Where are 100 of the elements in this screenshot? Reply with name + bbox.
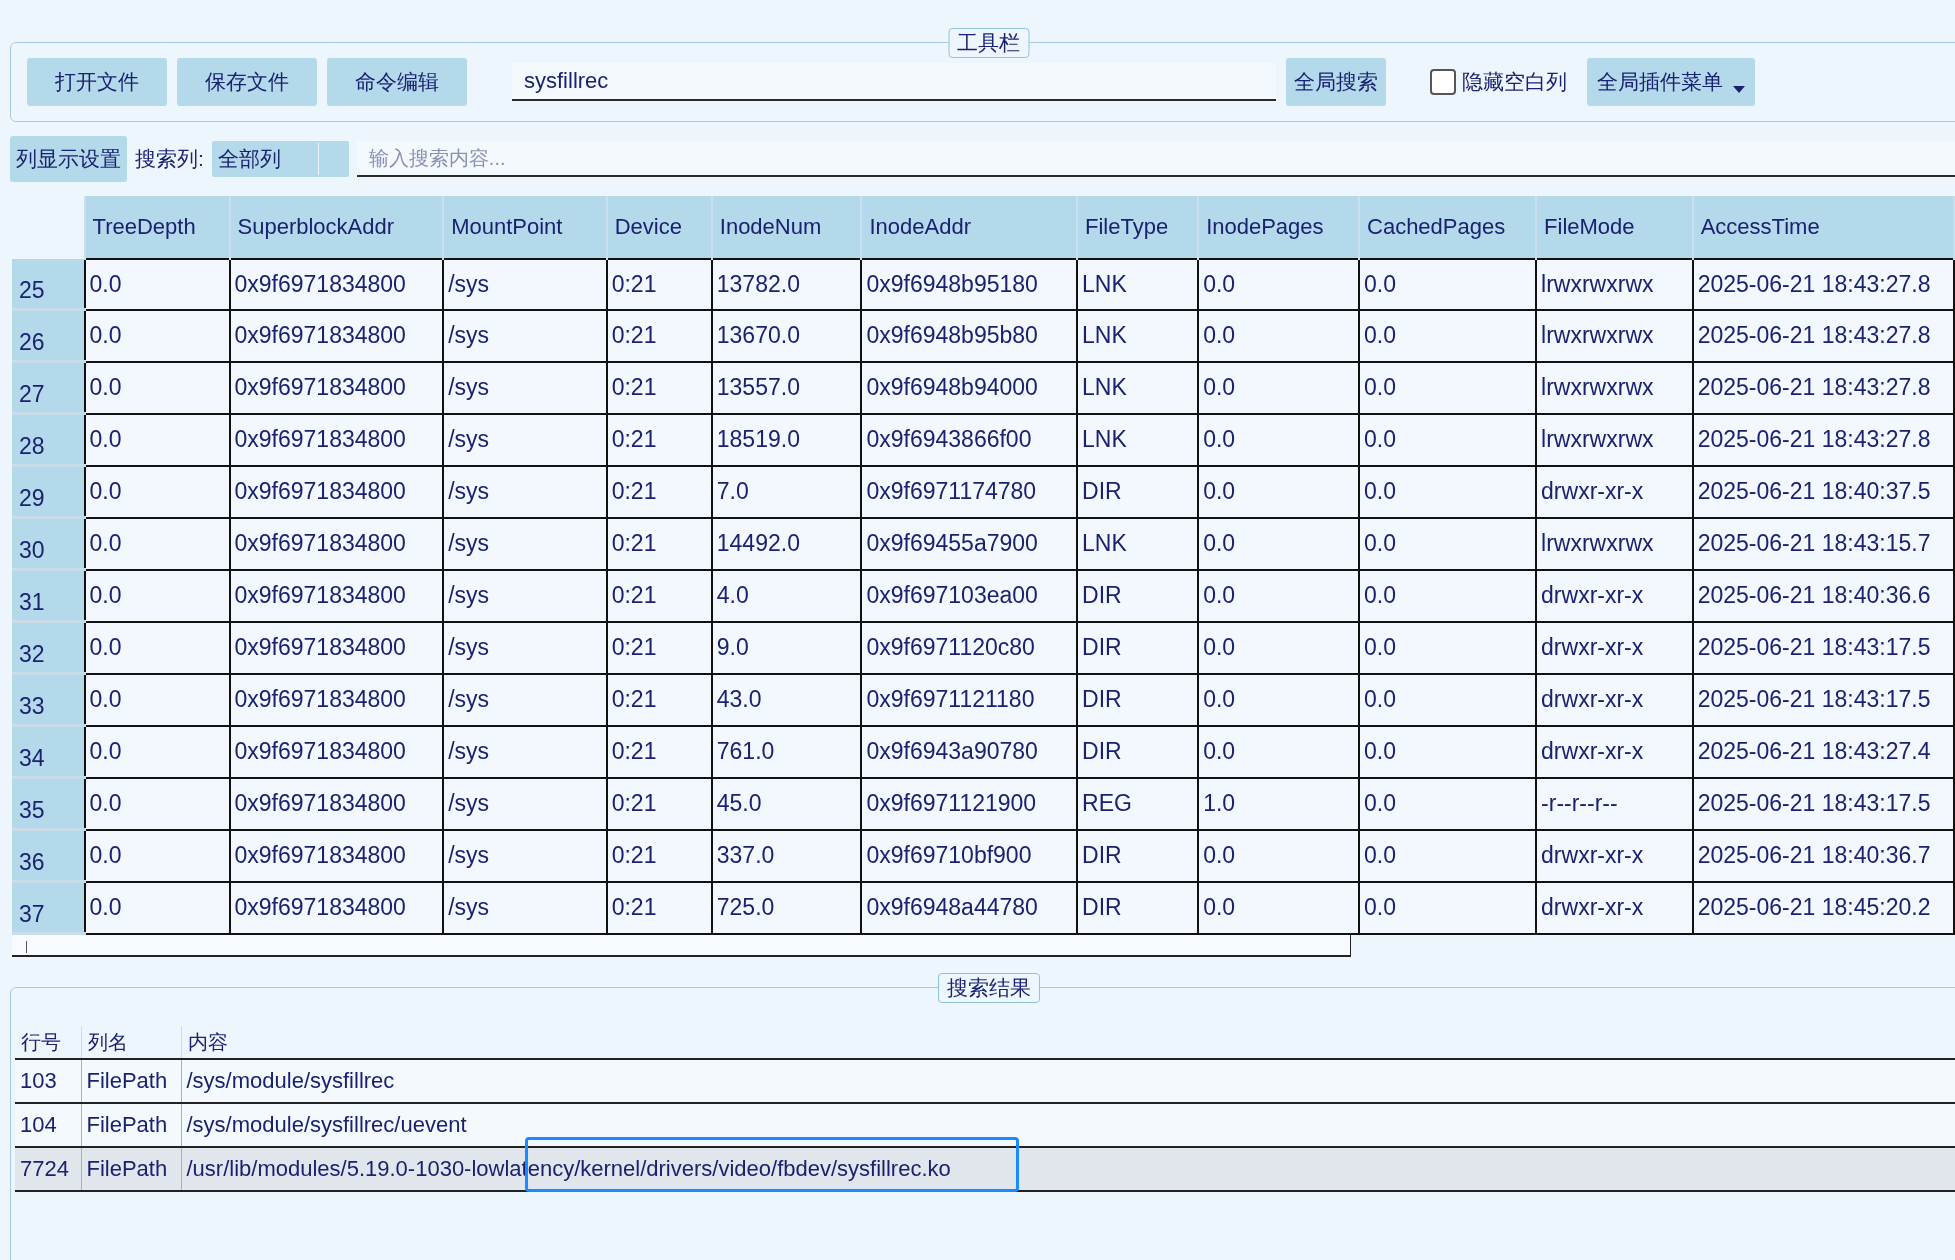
- table-cell: drwxr-xr-x: [1536, 465, 1693, 518]
- table-cell: 0.0: [1198, 673, 1359, 726]
- table-cell: 0.0: [84, 673, 230, 726]
- table-cell: /sys: [443, 569, 607, 622]
- table-cell: 0.0: [1359, 465, 1537, 518]
- table-cell: LNK: [1077, 309, 1199, 362]
- toolbar-button[interactable]: 打开文件: [27, 58, 167, 106]
- table-cell: 0.0: [84, 465, 230, 518]
- table-cell: 2025-06-21 18:43:27.8: [1692, 259, 1954, 310]
- table-cell: /sys/module/sysfillrec: [181, 1059, 1955, 1103]
- row-number: 37: [12, 881, 85, 934]
- column-header[interactable]: Device: [606, 196, 712, 259]
- table-cell: 0.0: [1359, 829, 1537, 882]
- table-cell: 0x9f6971834800: [229, 725, 444, 778]
- search-field[interactable]: sysfillrec: [512, 63, 1276, 101]
- table-cell: 0.0: [1359, 569, 1537, 622]
- table-cell: 104: [15, 1103, 81, 1147]
- table-cell: 0x9f6971834800: [229, 881, 444, 934]
- table-cell: 0x9f6971834800: [229, 309, 444, 362]
- table-cell: LNK: [1077, 259, 1199, 310]
- toolbar-button[interactable]: 保存文件: [177, 58, 317, 106]
- column-header[interactable]: InodeNum: [711, 196, 862, 259]
- column-header[interactable]: SuperblockAddr: [229, 196, 444, 259]
- table-cell: /sys: [443, 881, 607, 934]
- column-settings-button[interactable]: 列显示设置: [10, 136, 127, 182]
- table-cell: /sys: [443, 413, 607, 466]
- table-cell: 0.0: [1359, 413, 1537, 466]
- table-cell: REG: [1077, 777, 1199, 830]
- table-cell: 14492.0: [711, 517, 862, 570]
- table-cell: 0x9f6971834800: [229, 465, 444, 518]
- table-cell: 761.0: [711, 725, 862, 778]
- table-cell: DIR: [1077, 881, 1199, 934]
- table-cell: 0.0: [1359, 881, 1537, 934]
- row-number: 34: [12, 725, 85, 778]
- column-header[interactable]: InodePages: [1198, 196, 1359, 259]
- table-cell: 0:21: [606, 881, 712, 934]
- checkbox[interactable]: [1430, 69, 1456, 95]
- table-cell: 0:21: [606, 829, 712, 882]
- table-cell: 2025-06-21 18:43:17.5: [1692, 673, 1954, 726]
- table-cell: 0x9f697103ea00: [861, 569, 1078, 622]
- column-header[interactable]: AccessTime: [1692, 196, 1954, 259]
- row-number: 31: [12, 569, 85, 622]
- table-cell: /sys/module/sysfillrec/uevent: [181, 1103, 1955, 1147]
- table-cell: 0x9f6971834800: [229, 361, 444, 414]
- table-cell: drwxr-xr-x: [1536, 569, 1693, 622]
- toolbar-button[interactable]: 命令编辑: [327, 58, 467, 106]
- global-search-button[interactable]: 全局搜索: [1286, 58, 1386, 106]
- table-cell: 0.0: [1359, 517, 1537, 570]
- table-cell: 45.0: [711, 777, 862, 830]
- search-input[interactable]: 输入搜索内容...: [356, 141, 1955, 177]
- horizontal-scrollbar[interactable]: [12, 935, 1351, 957]
- table-cell: DIR: [1077, 725, 1199, 778]
- table-cell: 0.0: [1198, 621, 1359, 674]
- table-cell: 2025-06-21 18:40:36.6: [1692, 569, 1954, 622]
- table-cell: 0x9f6971834800: [229, 829, 444, 882]
- table-cell: 0:21: [606, 309, 712, 362]
- table-cell: FilePath: [81, 1059, 181, 1103]
- table-cell: 2025-06-21 18:43:17.5: [1692, 777, 1954, 830]
- table-cell: 9.0: [711, 621, 862, 674]
- table-cell: 7.0: [711, 465, 862, 518]
- table-cell: 0.0: [1359, 309, 1537, 362]
- table-cell: 0.0: [1359, 725, 1537, 778]
- table-cell: LNK: [1077, 413, 1199, 466]
- table-cell: 0.0: [1359, 621, 1537, 674]
- table-cell: 13670.0: [711, 309, 862, 362]
- table-cell: /sys: [443, 465, 607, 518]
- table-cell: 0:21: [606, 569, 712, 622]
- table-cell: 0.0: [1198, 465, 1359, 518]
- plugin-menu-button[interactable]: 全局插件菜单: [1587, 58, 1755, 106]
- table-cell: 43.0: [711, 673, 862, 726]
- table-cell: 0.0: [84, 777, 230, 830]
- column-header[interactable]: CachedPages: [1359, 196, 1537, 259]
- table-cell: 0.0: [1198, 361, 1359, 414]
- table-cell: /sys: [443, 621, 607, 674]
- search-column-label: 搜索列:: [135, 146, 204, 172]
- toolbar-title: 工具栏: [948, 28, 1029, 58]
- column-header[interactable]: FileMode: [1536, 196, 1693, 259]
- table-cell: 0:21: [606, 259, 712, 310]
- table-cell: /sys: [443, 725, 607, 778]
- column-header[interactable]: FileType: [1077, 196, 1199, 259]
- table-cell: 0:21: [606, 465, 712, 518]
- table-cell: 725.0: [711, 881, 862, 934]
- column-dropdown[interactable]: 全部列: [211, 141, 349, 177]
- table-cell: 0.0: [1198, 517, 1359, 570]
- table-cell: 0x9f6971834800: [229, 673, 444, 726]
- result-row[interactable]: 103 FilePath /sys/module/sysfillrec: [15, 1059, 1955, 1103]
- table-cell: 337.0: [711, 829, 862, 882]
- row-number: 28: [12, 413, 85, 466]
- table-cell: 4.0: [711, 569, 862, 622]
- table-cell: /sys: [443, 259, 607, 310]
- column-header[interactable]: InodeAddr: [861, 196, 1078, 259]
- table-cell: 2025-06-21 18:43:27.8: [1692, 309, 1954, 362]
- column-header[interactable]: TreeDepth: [84, 196, 230, 259]
- table-cell: 0x9f6948b95b80: [861, 309, 1078, 362]
- row-number: 36: [12, 829, 85, 882]
- column-header[interactable]: MountPoint: [443, 196, 607, 259]
- table-cell: 2025-06-21 18:43:27.8: [1692, 361, 1954, 414]
- result-row[interactable]: 104 FilePath /sys/module/sysfillrec/uevent: [15, 1103, 1955, 1147]
- checkbox-label: 隐藏空白列: [1462, 69, 1567, 95]
- table-cell: 0x9f6971834800: [229, 777, 444, 830]
